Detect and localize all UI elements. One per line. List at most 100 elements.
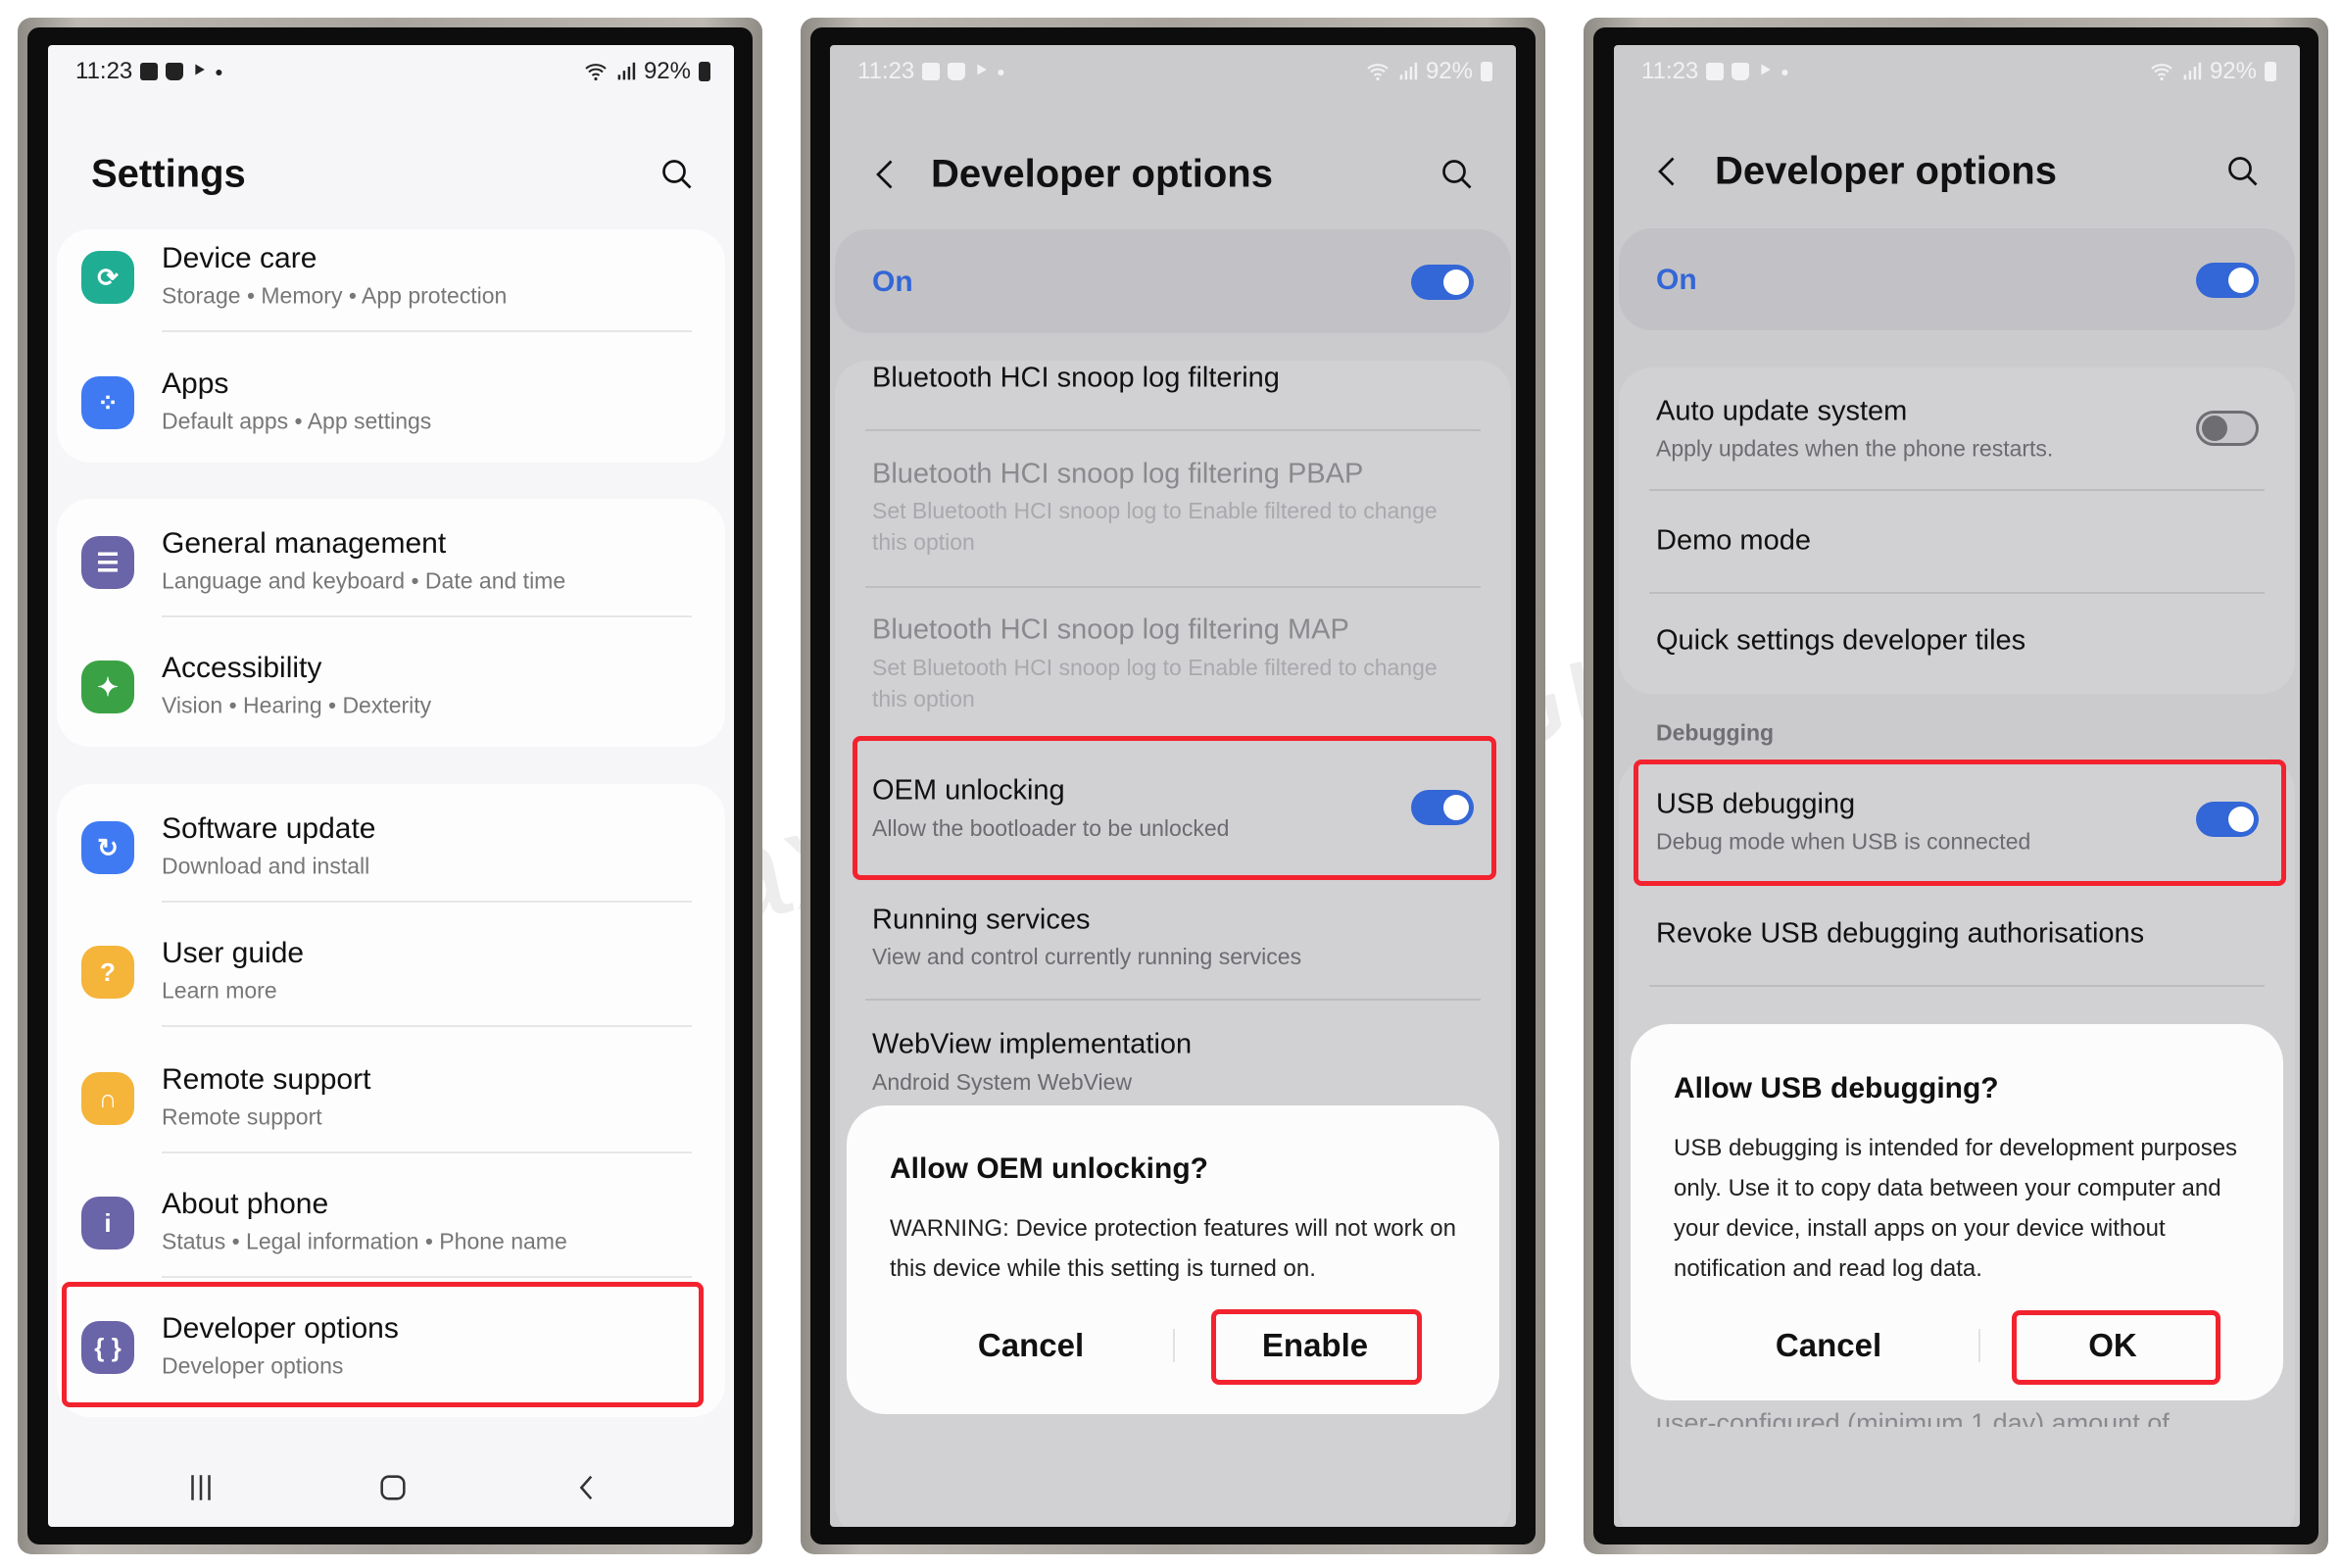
back-arrow-icon[interactable]	[869, 157, 904, 192]
page-title: Developer options	[1715, 149, 2057, 193]
page-title: Settings	[91, 152, 246, 196]
play-store-icon: ⯈	[1757, 60, 1774, 82]
master-toggle-card	[835, 229, 1511, 333]
option-title: Bluetooth HCI snoop log filtering PBAP	[872, 458, 1364, 490]
option-subtitle: Android System WebView	[872, 1069, 1133, 1095]
settings-item-user-guide[interactable]	[62, 918, 704, 1034]
toggle-knob	[2228, 268, 2254, 293]
item-subtitle: Default apps • App settings	[162, 408, 432, 434]
status-right: 92%	[583, 58, 710, 85]
dialog-body: USB debugging is intended for developmen…	[1674, 1135, 2238, 1282]
highlight-box	[2012, 1310, 2220, 1385]
recent-apps-button[interactable]	[184, 1471, 218, 1504]
status-left: 11:23 ⯈ ●	[857, 58, 1005, 85]
toggle-knob	[1443, 270, 1469, 295]
item-subtitle: Download and install	[162, 853, 370, 879]
battery-percent: 92%	[1425, 58, 1473, 84]
option-row-4[interactable]	[853, 881, 1496, 999]
option-subtitle: Set Bluetooth HCI snoop log to Enable fi…	[872, 655, 1438, 711]
item-title: Apps	[162, 368, 229, 400]
item-subtitle: Language and keyboard • Date and time	[162, 567, 566, 594]
divider	[1649, 489, 2265, 491]
settings-item-device-care[interactable]	[62, 223, 704, 339]
item-title: Remote support	[162, 1063, 371, 1096]
settings-item-about-phone[interactable]	[62, 1169, 704, 1285]
search-icon[interactable]	[659, 157, 695, 192]
home-button[interactable]	[376, 1471, 410, 1504]
dialog-title: Allow OEM unlocking?	[890, 1152, 1208, 1185]
option-title: Revoke USB debugging authorisations	[1656, 917, 2145, 950]
shopping-bag-icon	[166, 63, 184, 80]
dialog-title: Allow USB debugging?	[1674, 1072, 1999, 1104]
option-row-0[interactable]	[1634, 372, 2286, 490]
battery-percent: 92%	[2209, 58, 2257, 84]
divider	[162, 901, 692, 903]
gallery-icon	[140, 63, 159, 80]
battery-charging-icon	[2265, 62, 2276, 81]
phone-screen-3: 11:23 ⯈ ● 92% Developer options On Debugging Au…	[1614, 45, 2300, 1527]
master-toggle-card	[1619, 228, 2295, 330]
search-icon[interactable]	[1439, 157, 1475, 192]
option-title: Quick settings developer tiles	[1656, 624, 2026, 657]
gallery-icon	[922, 63, 941, 80]
play-store-icon: ⯈	[973, 60, 990, 82]
item-title: Device care	[162, 242, 317, 274]
divider	[162, 330, 692, 332]
item-title: Accessibility	[162, 652, 322, 684]
clock: 11:23	[1641, 58, 1699, 84]
signal-icon	[1398, 61, 1418, 82]
settings-item-accessibility[interactable]	[62, 633, 704, 749]
status-bar: 11:23 ⯈ ● 92%	[1641, 55, 2276, 88]
software-update-icon: ↻	[81, 821, 134, 874]
battery-charging-icon	[1481, 62, 1492, 81]
settings-item-apps[interactable]	[62, 349, 704, 465]
clipped-option-subtitle: user-configured (minimum 1 day) amount o…	[1656, 1408, 2170, 1427]
toggle-switch[interactable]	[2196, 263, 2259, 298]
accessibility-icon: ✦	[81, 661, 134, 713]
highlight-box	[1634, 760, 2286, 886]
settings-item-software-update[interactable]	[62, 794, 704, 909]
item-subtitle: Storage • Memory • App protection	[162, 282, 508, 309]
option-subtitle: Set Bluetooth HCI snoop log to Enable fi…	[872, 498, 1438, 555]
cancel-button[interactable]: Cancel	[1776, 1327, 1881, 1364]
back-arrow-icon[interactable]	[1651, 154, 1686, 189]
search-icon[interactable]	[2225, 154, 2261, 189]
signal-icon	[616, 61, 636, 82]
divider	[1649, 985, 2265, 987]
dot-icon: ●	[1781, 64, 1789, 79]
toggle-switch[interactable]	[2196, 411, 2259, 446]
option-title: Demo mode	[1656, 524, 1811, 557]
settings-item-general-management[interactable]	[62, 509, 704, 624]
divider	[865, 999, 1481, 1001]
info-icon: i	[81, 1197, 134, 1250]
dot-icon: ●	[215, 64, 223, 79]
highlight-box	[853, 736, 1496, 880]
divider	[865, 586, 1481, 588]
battery-percent: 92%	[643, 58, 691, 84]
button-separator	[1978, 1329, 1980, 1362]
item-title: User guide	[162, 937, 305, 969]
signal-icon	[2182, 61, 2202, 82]
settings-item-remote-support[interactable]	[62, 1045, 704, 1160]
clock: 11:23	[75, 58, 133, 84]
cancel-button[interactable]: Cancel	[978, 1327, 1084, 1364]
item-subtitle: Status • Legal information • Phone name	[162, 1228, 567, 1254]
back-button[interactable]	[570, 1471, 604, 1504]
item-title: General management	[162, 527, 447, 560]
master-toggle-label: On	[872, 266, 913, 298]
item-subtitle: Learn more	[162, 977, 277, 1004]
divider	[162, 1152, 692, 1153]
option-subtitle: View and control currently running servi…	[872, 944, 1302, 969]
gallery-icon	[1706, 63, 1725, 80]
status-right: 92%	[2149, 58, 2276, 85]
wifi-icon	[2149, 60, 2174, 83]
status-bar: 11:23 ⯈ ● 92%	[857, 55, 1492, 88]
phone-screen-1: 11:23 ⯈ ● 92% Settings ⟳ Device care Storage • …	[48, 45, 734, 1527]
divider	[865, 429, 1481, 431]
toggle-switch[interactable]	[1411, 265, 1474, 300]
battery-charging-icon	[699, 62, 710, 81]
oem-unlock-dialog: Allow OEM unlocking? WARNING: Device prot…	[847, 1105, 1499, 1414]
user-guide-icon: ?	[81, 946, 134, 999]
item-title: About phone	[162, 1188, 329, 1220]
item-title: Software update	[162, 812, 376, 845]
